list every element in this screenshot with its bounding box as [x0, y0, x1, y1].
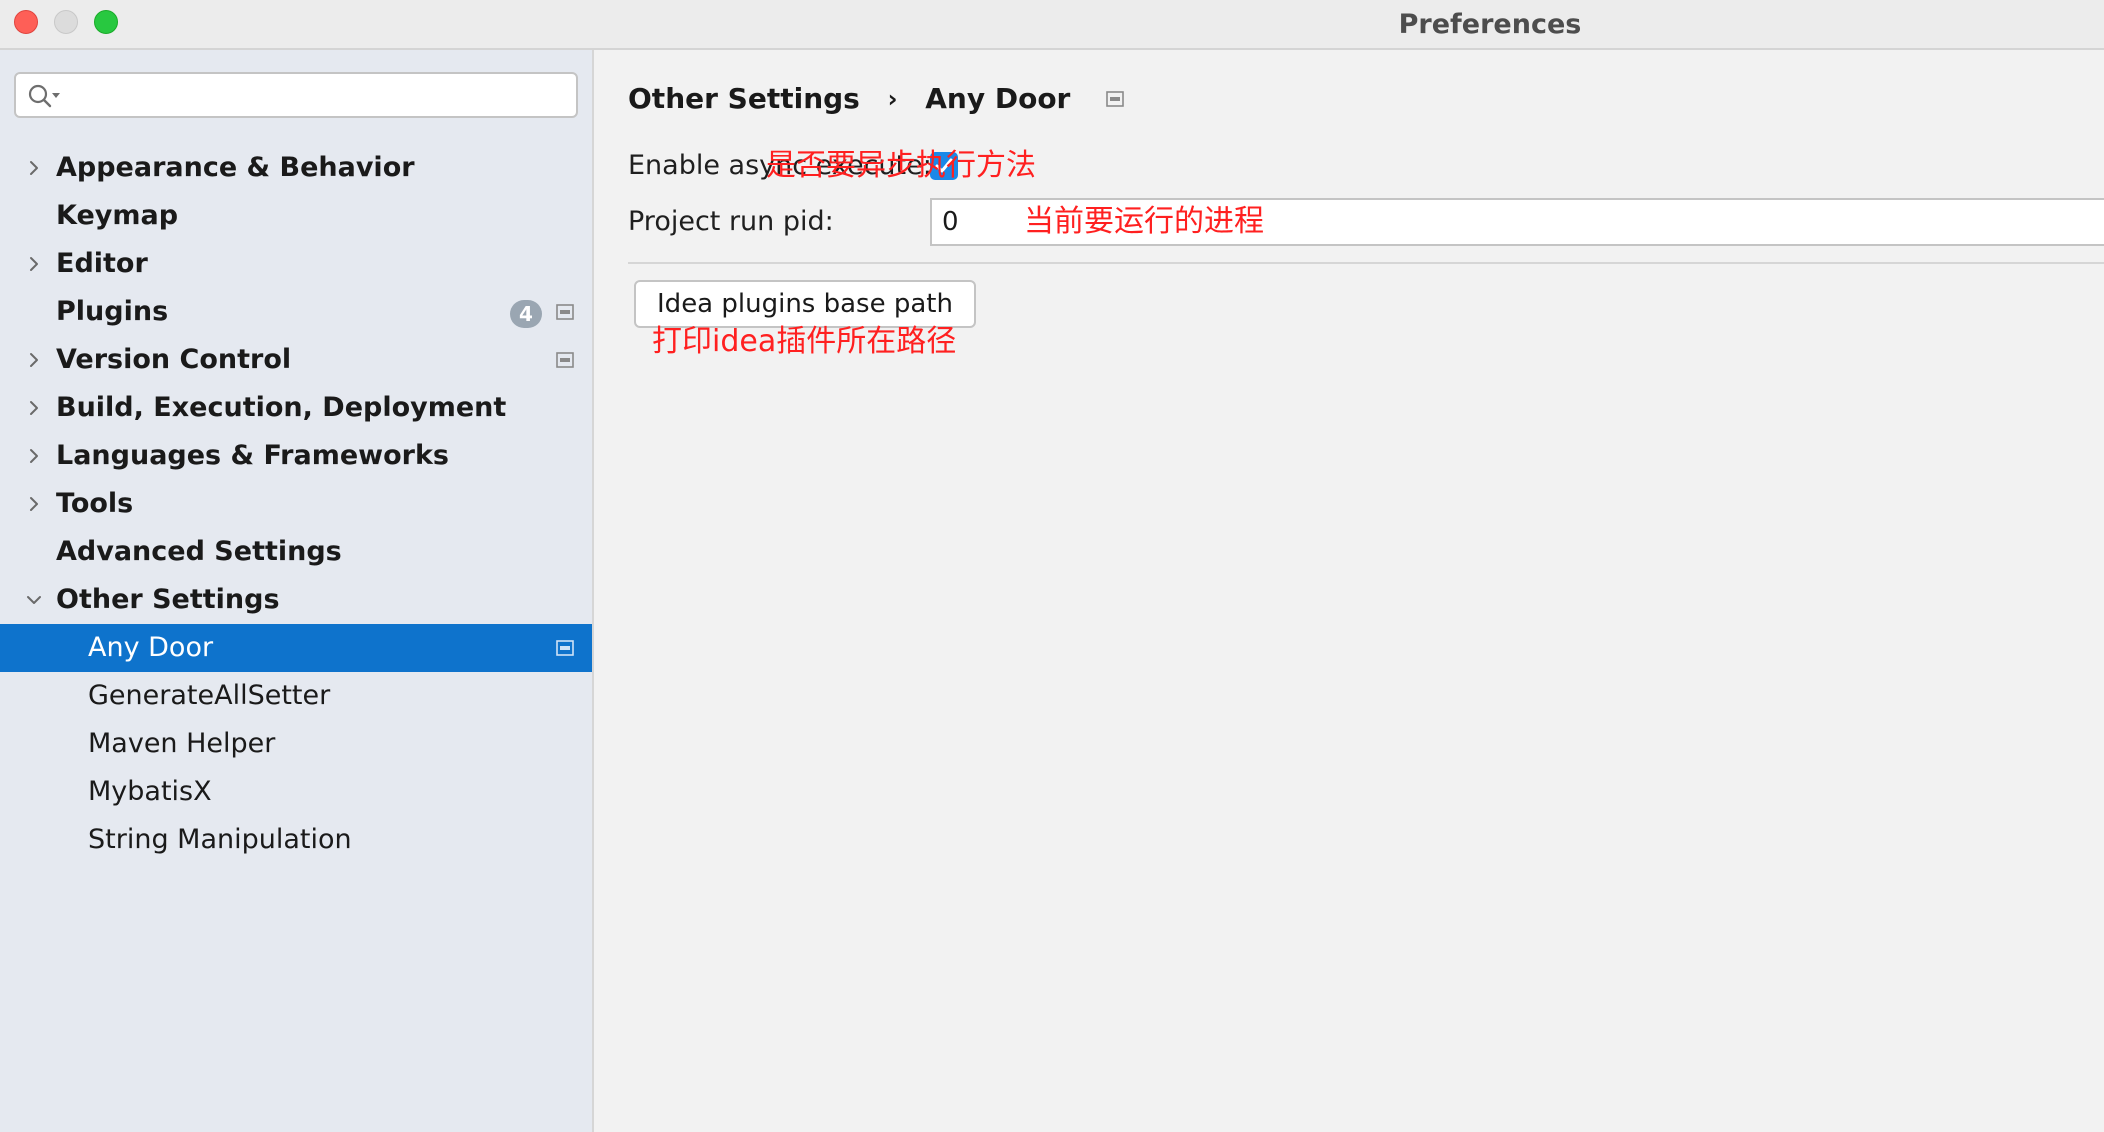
sidebar-item-label: Advanced Settings: [56, 536, 342, 567]
project-settings-icon: [556, 640, 574, 656]
sidebar-item-label: GenerateAllSetter: [88, 680, 331, 711]
project-settings-icon: [1106, 91, 1124, 107]
sidebar-item-keymap[interactable]: Keymap: [0, 192, 592, 240]
close-window-icon[interactable]: [14, 10, 38, 34]
sidebar-item-label: Keymap: [56, 200, 179, 231]
search-box[interactable]: [14, 72, 578, 118]
sidebar-item-appearance-behavior[interactable]: Appearance & Behavior: [0, 144, 592, 192]
breadcrumb-separator: ›: [887, 85, 898, 113]
search-input[interactable]: [66, 78, 570, 114]
section-divider: [628, 262, 2104, 264]
chevron-right-icon[interactable]: [24, 350, 44, 370]
sidebar-item-label: Editor: [56, 248, 148, 279]
breadcrumb-parent[interactable]: Other Settings: [628, 79, 860, 119]
breadcrumb: Other Settings › Any Door: [628, 78, 1124, 119]
settings-content: Other Settings › Any Door Enable async e…: [594, 50, 2104, 1132]
sidebar-item-label: Version Control: [56, 344, 292, 375]
chevron-right-icon[interactable]: [24, 254, 44, 274]
sidebar-item-other-settings[interactable]: Other Settings: [0, 576, 592, 624]
sidebar-item-label: MybatisX: [88, 776, 212, 807]
sidebar-item-label: Languages & Frameworks: [56, 440, 450, 471]
chevron-down-icon[interactable]: [24, 590, 44, 610]
title-bar: Preferences: [0, 0, 2104, 50]
window-title: Preferences: [1398, 9, 1582, 40]
maximize-window-icon[interactable]: [94, 10, 118, 34]
sidebar-item-label: Tools: [56, 488, 134, 519]
sidebar-item-label: Any Door: [88, 632, 214, 663]
sidebar-item-version-control[interactable]: Version Control: [0, 336, 592, 384]
async-execute-annotation: 是否要异步执行方法: [766, 148, 1036, 183]
project-settings-icon: [556, 304, 574, 320]
sidebar-item-any-door[interactable]: Any Door: [0, 624, 592, 672]
sidebar-item-label: Other Settings: [56, 584, 280, 615]
sidebar-item-maven-helper[interactable]: Maven Helper: [0, 720, 592, 768]
idea-plugins-base-path-annotation: 打印idea插件所在路径: [652, 324, 957, 359]
chevron-right-icon[interactable]: [24, 398, 44, 418]
sidebar-item-generateallsetter[interactable]: GenerateAllSetter: [0, 672, 592, 720]
sidebar-item-label: Appearance & Behavior: [56, 152, 415, 183]
sidebar-item-string-manipulation[interactable]: String Manipulation: [0, 816, 592, 864]
sidebar-item-label: String Manipulation: [88, 824, 352, 855]
sidebar-item-label: Build, Execution, Deployment: [56, 392, 507, 423]
project-run-pid-label: Project run pid:: [628, 206, 834, 237]
minimize-window-icon[interactable]: [54, 10, 78, 34]
sidebar-item-languages-frameworks[interactable]: Languages & Frameworks: [0, 432, 592, 480]
project-run-pid-annotation: 当前要运行的进程: [1024, 204, 1264, 239]
updates-count-badge: 4: [510, 300, 542, 328]
chevron-right-icon[interactable]: [24, 494, 44, 514]
chevron-right-icon[interactable]: [24, 158, 44, 178]
sidebar-item-mybatisx[interactable]: MybatisX: [0, 768, 592, 816]
search-icon[interactable]: [26, 82, 62, 110]
project-settings-icon: [556, 352, 574, 368]
settings-tree: Appearance & Behavior Keymap Editor Plugins…: [0, 144, 592, 864]
sidebar-item-build-execution-deployment[interactable]: Build, Execution, Deployment: [0, 384, 592, 432]
sidebar-item-tools[interactable]: Tools: [0, 480, 592, 528]
sidebar-item-label: Maven Helper: [88, 728, 276, 759]
breadcrumb-current: Any Door: [925, 82, 1071, 115]
settings-sidebar: Appearance & Behavior Keymap Editor Plugins…: [0, 50, 594, 1132]
sidebar-item-advanced-settings[interactable]: Advanced Settings: [0, 528, 592, 576]
idea-plugins-base-path-button[interactable]: Idea plugins base path: [634, 280, 976, 328]
sidebar-item-plugins[interactable]: Plugins 4: [0, 288, 592, 336]
chevron-right-icon[interactable]: [24, 446, 44, 466]
sidebar-item-label: Plugins: [56, 296, 169, 327]
sidebar-item-editor[interactable]: Editor: [0, 240, 592, 288]
